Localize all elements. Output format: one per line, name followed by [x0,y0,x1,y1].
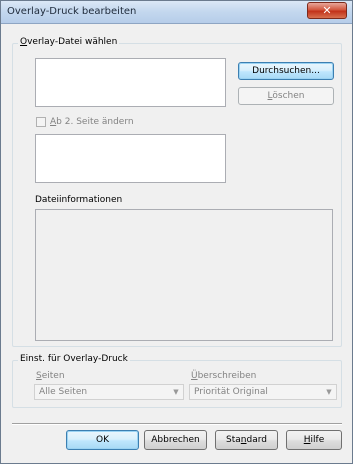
overlay-file-list[interactable] [35,58,226,107]
help-button[interactable]: Hilfe [286,430,342,450]
pages-select[interactable]: Alle Seiten ▼ [34,384,184,400]
second-page-change-checkbox[interactable]: Ab 2. Seite ändern [36,117,134,127]
standard-button[interactable]: Standard [215,430,278,450]
file-info-panel [35,209,333,341]
file-info-label: Dateiinformationen [35,195,123,205]
cancel-button[interactable]: Abbrechen [144,430,207,450]
close-button[interactable]: ✕ [307,2,347,19]
dialog-body: Overlay-Datei wählen Durchsuchen... Lösc… [10,27,344,457]
chevron-down-icon: ▼ [173,388,179,396]
pages-label: Seiten [36,371,65,381]
overwrite-select[interactable]: Priorität Original ▼ [189,384,337,400]
window-title: Overlay-Druck bearbeiten [7,6,137,17]
checkbox-label: Ab 2. Seite ändern [50,117,134,127]
dialog-window: Overlay-Druck bearbeiten ✕ Overlay-Datei… [0,0,353,464]
close-icon: ✕ [322,4,332,17]
overwrite-label: Überschreiben [191,371,257,381]
chevron-down-icon: ▼ [326,388,332,396]
delete-button[interactable]: Löschen [238,87,334,105]
browse-button[interactable]: Durchsuchen... [238,62,334,80]
overlay-settings-group-label: Einst. für Overlay-Druck [18,354,130,364]
overlay-file-group-label: Overlay-Datei wählen [18,37,120,47]
second-page-file-list[interactable] [35,134,226,183]
button-separator [12,423,342,425]
checkbox-box[interactable] [36,117,46,127]
ok-button[interactable]: OK [66,430,139,450]
title-bar[interactable]: Overlay-Druck bearbeiten ✕ [1,1,352,24]
